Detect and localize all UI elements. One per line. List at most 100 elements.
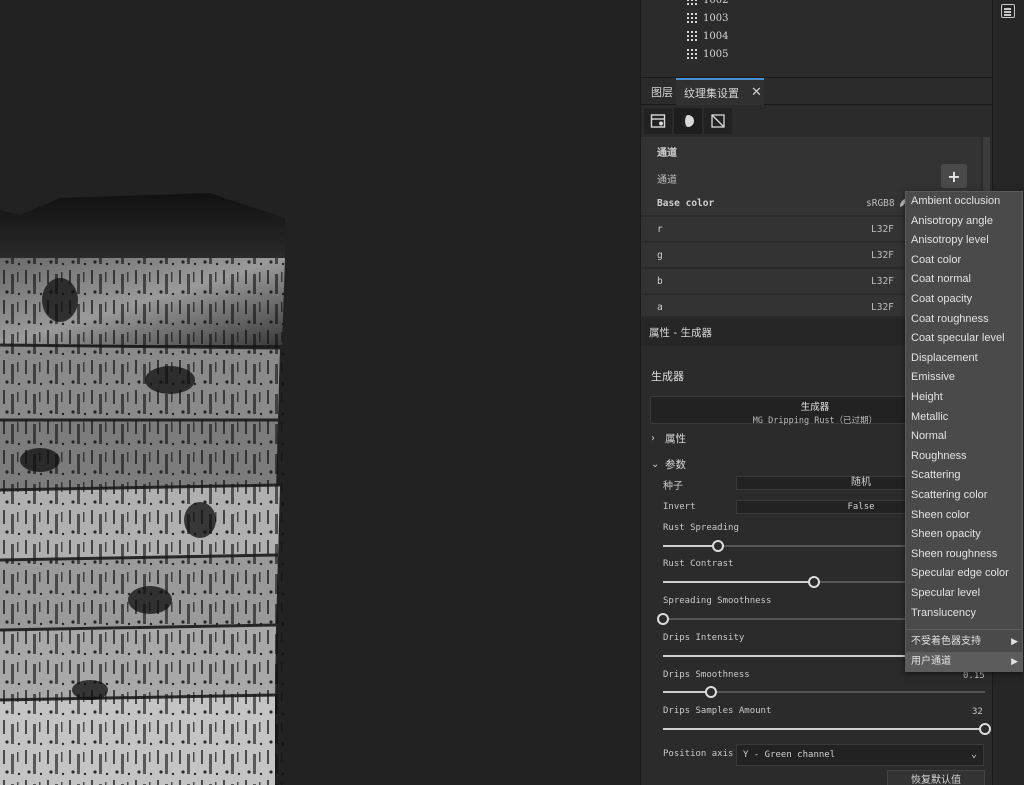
slider-label: Rust Spreading	[663, 523, 739, 533]
uv-transform-button[interactable]	[704, 108, 732, 134]
attributes-group-toggle[interactable]: › 属性	[651, 431, 686, 446]
channels-subheader: 通道	[641, 165, 981, 191]
drips-smoothness-slider[interactable]	[663, 686, 985, 698]
document-icon[interactable]	[1001, 4, 1015, 18]
scrollbar-thumb[interactable]	[983, 137, 990, 197]
channel-name: g	[657, 250, 663, 261]
slider-label: Drips Smoothness	[663, 670, 750, 680]
menu-item[interactable]: Displacement	[906, 349, 1022, 369]
uv-tile-item[interactable]: 1002	[687, 0, 728, 8]
uv-tile-label: 1003	[703, 12, 729, 24]
uv-tile-item[interactable]: 1004	[687, 28, 728, 44]
attributes-label: 属性	[665, 433, 686, 445]
menu-item[interactable]: Ambient occlusion	[906, 192, 1022, 212]
add-channel-menu: Ambient occlusion Anisotropy angle Anisotr…	[905, 191, 1023, 672]
slider-fill	[663, 691, 712, 693]
menu-item[interactable]: Sheen opacity	[906, 525, 1022, 545]
panel-tabs: 图层 纹理集设置 ✕	[641, 77, 993, 105]
reset-defaults-button[interactable]: 恢复默认值	[887, 770, 985, 785]
tab-texture-set-label: 纹理集设置	[684, 86, 739, 100]
tab-layers[interactable]: 图层	[651, 78, 679, 105]
menu-item[interactable]: Sheen roughness	[906, 545, 1022, 565]
slider-value: 0.15	[963, 671, 985, 681]
slider-fill	[663, 728, 985, 730]
chevron-down-icon: ⌄	[651, 459, 660, 470]
menu-item[interactable]: Emissive	[906, 368, 1022, 388]
submenu-unsupported[interactable]: 不受着色器支持 ▶	[906, 632, 1022, 652]
channels-subheader-label: 通道	[657, 175, 677, 186]
tab-texture-set[interactable]: 纹理集设置 ✕	[676, 78, 764, 105]
channel-name: r	[657, 224, 663, 235]
menu-item[interactable]: Metallic	[906, 408, 1022, 428]
reset-label: 恢复默认值	[911, 775, 961, 785]
plus-icon: +	[947, 166, 961, 186]
menu-item[interactable]: Coat normal	[906, 270, 1022, 290]
menu-item[interactable]: Coat specular level	[906, 329, 1022, 349]
menu-item[interactable]: Scattering	[906, 466, 1022, 486]
uv-tile-label: 1002	[703, 0, 729, 6]
material-button[interactable]	[674, 108, 702, 134]
invert-value: False	[847, 502, 875, 512]
caret-right-icon: ▶	[1011, 656, 1018, 666]
uv-tile-list: 1002 1003 1004 1005	[641, 0, 993, 76]
channel-name: b	[657, 276, 663, 287]
caret-right-icon: ▶	[1011, 636, 1018, 646]
menu-item[interactable]: Roughness	[906, 447, 1022, 467]
slider-label: Drips Samples Amount	[663, 706, 772, 716]
slider-label: Rust Contrast	[663, 559, 734, 569]
slider-label: Drips Intensity	[663, 633, 745, 643]
channel-name: Base color	[657, 198, 715, 209]
close-icon[interactable]: ✕	[751, 85, 762, 100]
slider-fill	[663, 545, 718, 547]
menu-item[interactable]: Height	[906, 388, 1022, 408]
uv-tile-item[interactable]: 1005	[687, 46, 728, 62]
parameters-group-toggle[interactable]: ⌄ 参数	[651, 457, 686, 472]
menu-item[interactable]: Coat color	[906, 251, 1022, 271]
texture-set-list-button[interactable]	[644, 108, 672, 134]
submenu-label: 不受着色器支持	[911, 636, 981, 647]
tab-layers-label: 图层	[651, 85, 673, 99]
3d-viewport[interactable]	[0, 0, 640, 785]
uv-tile-item[interactable]: 1003	[687, 10, 728, 26]
slider-knob[interactable]	[657, 613, 669, 625]
menu-item[interactable]: Coat opacity	[906, 290, 1022, 310]
channels-section-header: 通道	[641, 137, 981, 165]
chevron-right-icon: ›	[651, 433, 655, 444]
submenu-label: 用户通道	[911, 656, 951, 667]
menu-item[interactable]: Sheen color	[906, 506, 1022, 526]
channel-format: L32F	[871, 302, 894, 313]
position-axis-value: Y - Green channel	[743, 750, 836, 760]
menu-item[interactable]: Translucency	[906, 604, 1022, 624]
channel-format: L32F	[871, 276, 894, 287]
slider-label: Spreading Smoothness	[663, 596, 772, 606]
slider-knob[interactable]	[808, 576, 821, 588]
drips-samples-slider[interactable]	[663, 723, 991, 735]
channel-format: sRGB8	[866, 198, 895, 209]
uv-grid-icon	[687, 0, 697, 5]
slider-knob[interactable]	[705, 686, 718, 698]
menu-item[interactable]: Anisotropy level	[906, 231, 1022, 251]
seed-label: 种子	[663, 481, 683, 492]
position-axis-label: Position axis	[663, 749, 734, 759]
uv-tile-label: 1005	[703, 48, 729, 60]
slider-knob[interactable]	[711, 540, 724, 552]
app-window: { "uv_tiles": ["1002", "1003", "1004", "…	[0, 0, 1024, 785]
material-sphere-icon	[682, 115, 694, 127]
menu-item[interactable]: Scattering color	[906, 486, 1022, 506]
generator-section-title: 生成器	[651, 370, 684, 383]
channels-title: 通道	[657, 148, 677, 159]
menu-item[interactable]: Anisotropy angle	[906, 212, 1022, 232]
submenu-user-channels[interactable]: 用户通道 ▶	[906, 652, 1022, 672]
rusty-pillar-render	[0, 193, 285, 785]
uv-grid-icon	[687, 49, 697, 59]
menu-item[interactable]: Coat roughness	[906, 310, 1022, 330]
menu-item[interactable]: Specular edge color	[906, 564, 1022, 584]
slider-knob[interactable]	[979, 723, 991, 735]
texture-set-icon	[650, 114, 666, 128]
menu-item[interactable]: Specular level	[906, 584, 1022, 604]
menu-item[interactable]: Normal	[906, 427, 1022, 447]
position-axis-select[interactable]: Y - Green channel ⌄	[736, 744, 984, 766]
uv-grid-icon	[687, 13, 697, 23]
add-channel-button[interactable]: +	[941, 164, 967, 188]
uv-grid-icon	[687, 31, 697, 41]
